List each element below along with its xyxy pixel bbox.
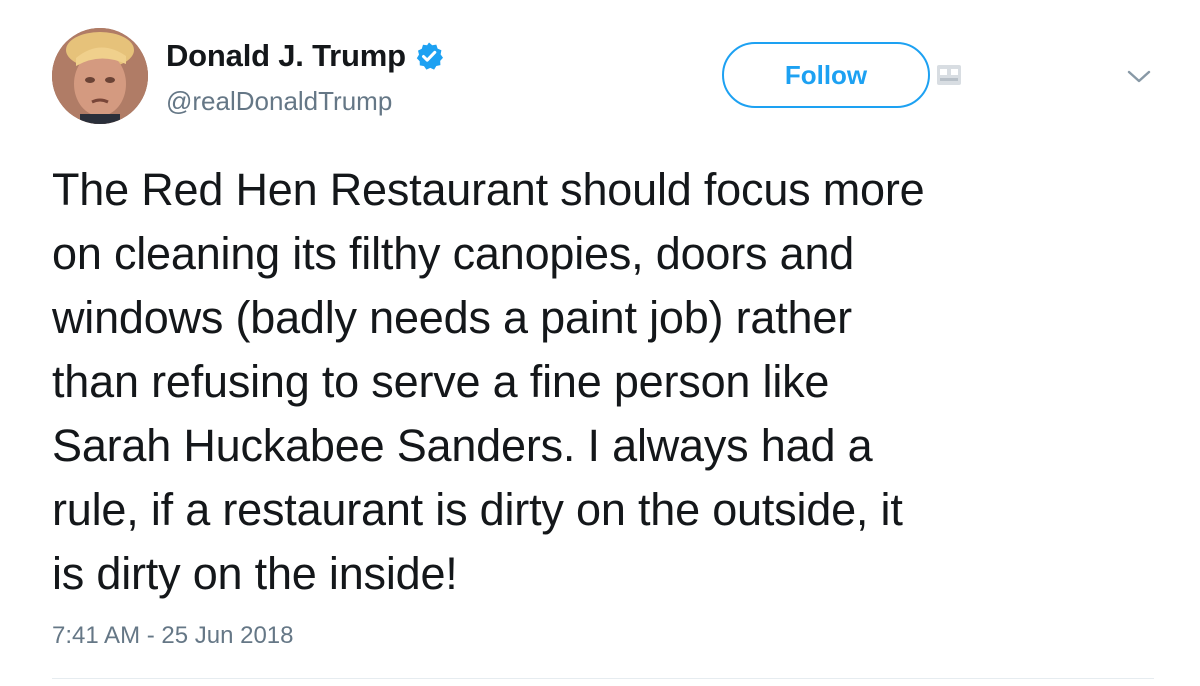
author-display-name[interactable]: Donald J. Trump [166,38,406,74]
follow-button[interactable]: Follow [722,42,930,108]
tweet-timestamp[interactable]: 7:41 AM - 25 Jun 2018 [52,622,294,650]
author-handle[interactable]: @realDonaldTrump [166,86,392,117]
author-name-row: Donald J. Trump [166,36,444,76]
avatar[interactable] [52,28,148,124]
verified-badge-icon [414,41,444,71]
chevron-down-icon[interactable] [1126,66,1152,88]
extension-icon[interactable] [936,64,962,86]
avatar-portrait-icon [52,28,148,124]
divider [52,678,1154,679]
tweet-text: The Red Hen Restaurant should focus more… [52,164,925,599]
tweet-card: Donald J. Trump @realDonaldTrump Follow … [0,0,1200,686]
